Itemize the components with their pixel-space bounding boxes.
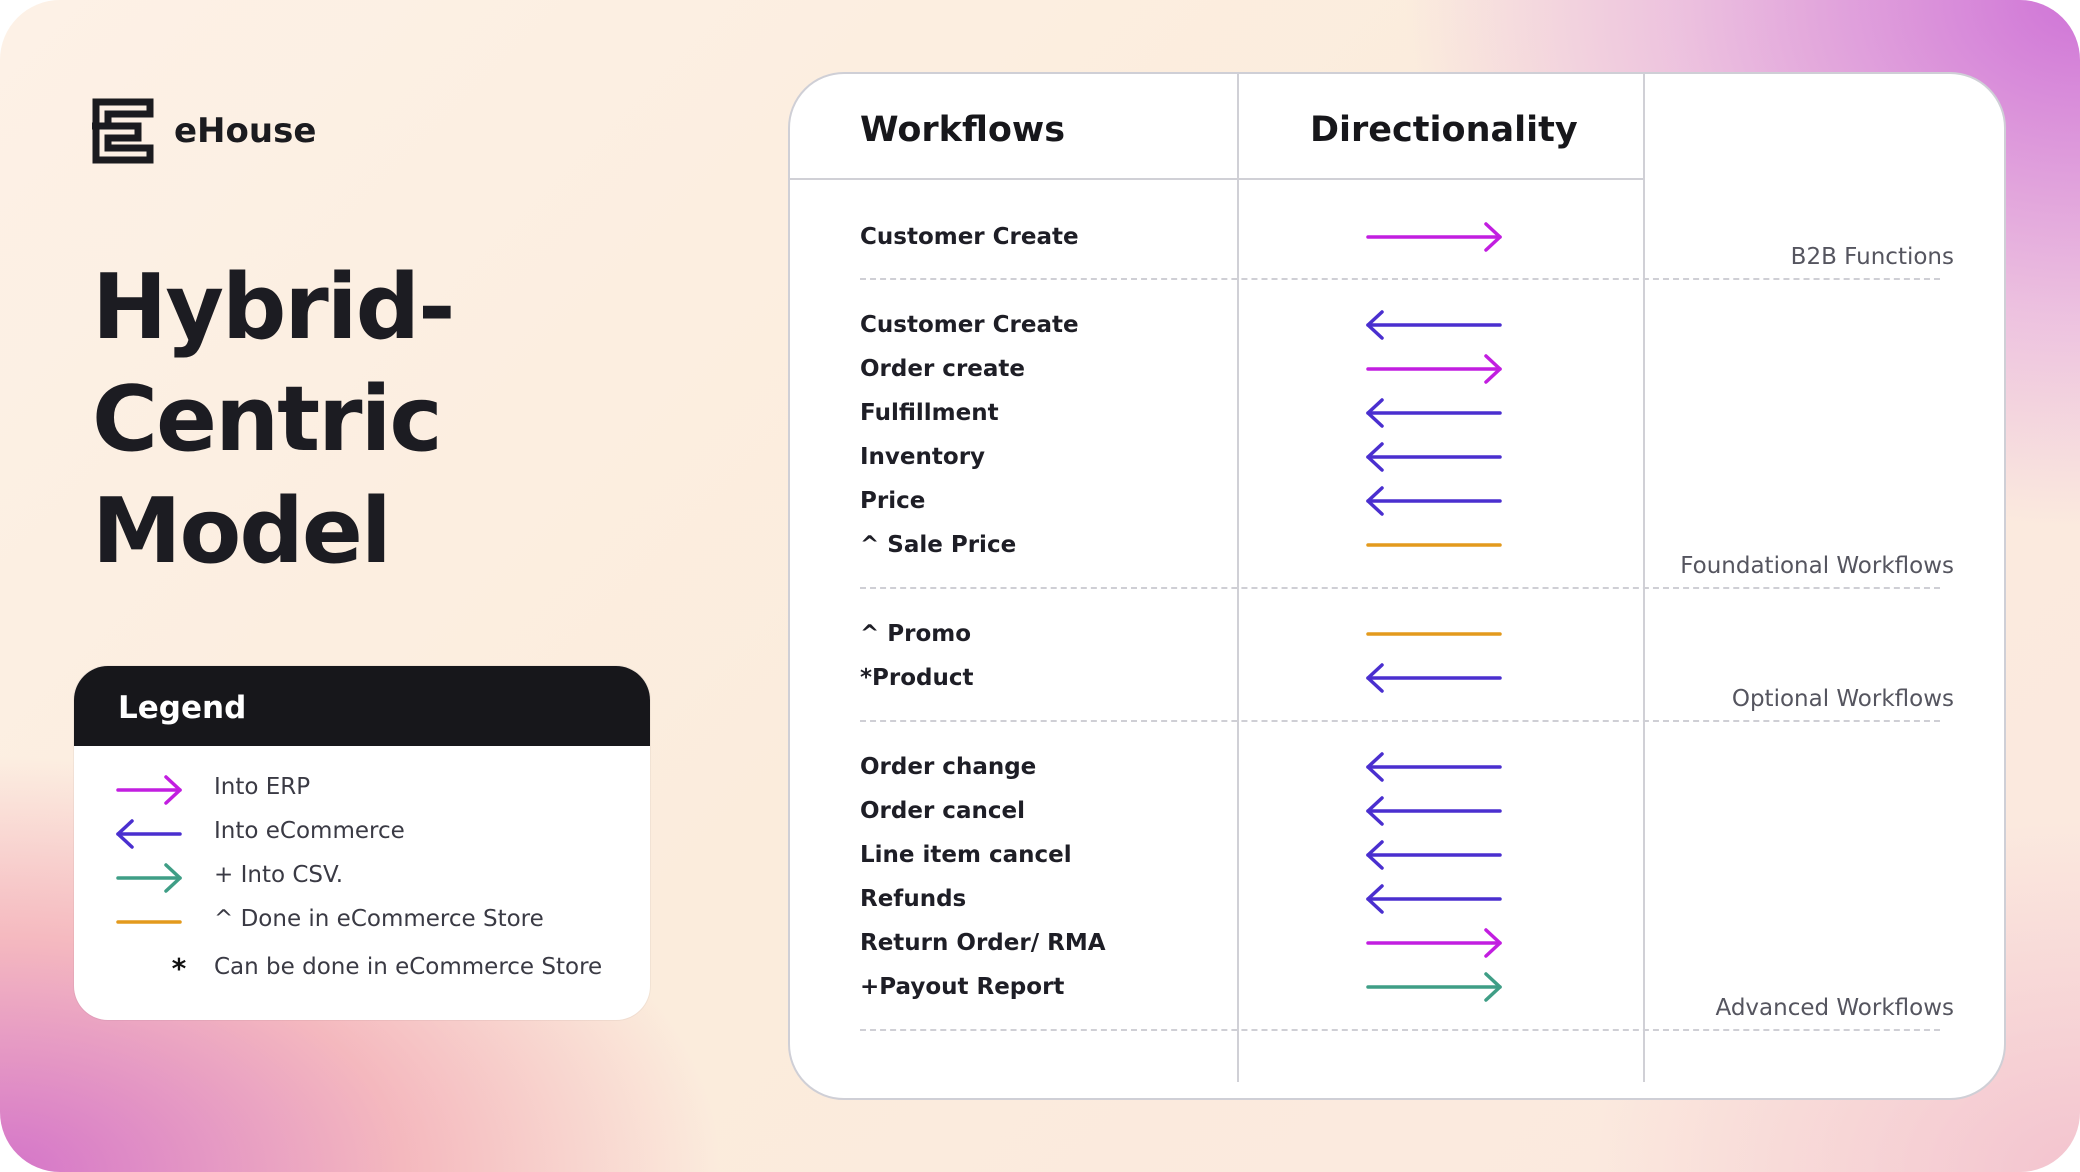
arrow-left-icon <box>1364 750 1504 784</box>
arrow-left-icon <box>1364 882 1504 916</box>
header-workflows: Workflows <box>860 110 1066 150</box>
workflow-table: Workflows Directionality Customer Create… <box>788 72 2006 1100</box>
column-divider-1 <box>1237 74 1239 1082</box>
group-separator <box>860 587 1940 589</box>
workflow-name: Refunds <box>860 886 967 912</box>
brand-name: eHouse <box>174 111 317 151</box>
workflow-name: +Payout Report <box>860 974 1065 1000</box>
group-label: B2B Functions <box>1790 244 1954 270</box>
workflow-name: Line item cancel <box>860 842 1072 868</box>
group-separator <box>860 1029 1940 1031</box>
workflow-name: Return Order/ RMA <box>860 930 1106 956</box>
legend-item-label: Can be done in eCommerce Store <box>214 954 603 980</box>
title-line-3: Model <box>92 479 392 584</box>
arrow-left-icon <box>1364 308 1504 342</box>
arrow-left-icon <box>1364 440 1504 474</box>
workflow-name: Order cancel <box>860 798 1025 824</box>
legend-item-label: Into ERP <box>214 774 311 800</box>
arrow-right-icon <box>1364 970 1504 1004</box>
arrow-right-icon <box>1364 926 1504 960</box>
header-divider <box>790 178 1644 180</box>
legend-item: * Can be done in eCommerce Store <box>74 950 650 990</box>
legend-item: ^ Done in eCommerce Store <box>74 902 650 942</box>
legend-title: Legend <box>74 666 650 746</box>
workflow-name: Price <box>860 488 926 514</box>
header-directionality: Directionality <box>1310 110 1578 150</box>
line-icon <box>1364 617 1504 651</box>
legend-item: Into ERP <box>74 770 650 810</box>
ehouse-logo-icon <box>92 98 154 164</box>
arrow-left-icon <box>1364 396 1504 430</box>
legend-item-label: ^ Done in eCommerce Store <box>214 906 544 932</box>
group-label: Advanced Workflows <box>1715 995 1954 1021</box>
brand: eHouse <box>92 98 316 164</box>
group-separator <box>860 278 1940 280</box>
title-line-2: Centric <box>92 367 443 472</box>
line-icon <box>1364 528 1504 562</box>
arrow-left-icon <box>1364 794 1504 828</box>
group-label: Optional Workflows <box>1731 686 1954 712</box>
legend-item-label: Into eCommerce <box>214 818 405 844</box>
arrow-right-icon <box>114 858 224 898</box>
workflow-name: Inventory <box>860 444 986 470</box>
arrow-left-icon <box>1364 484 1504 518</box>
workflow-name: Order change <box>860 754 1037 780</box>
group-separator <box>860 720 1940 722</box>
legend-item-label: + Into CSV. <box>214 862 344 888</box>
arrow-left-icon <box>1364 838 1504 872</box>
legend-card: Legend Into ERP Into eCommerce + Into CSV.… <box>74 666 650 1020</box>
workflow-name: Order create <box>860 356 1025 382</box>
title-line-1: Hybrid- <box>92 255 455 360</box>
asterisk-icon: * <box>171 952 187 985</box>
arrow-right-icon <box>114 770 224 810</box>
line-icon <box>114 902 224 942</box>
arrow-left-icon <box>114 814 224 854</box>
workflow-name: Customer Create <box>860 312 1079 338</box>
workflow-name: Customer Create <box>860 224 1079 250</box>
workflow-name: Fulfillment <box>860 400 999 426</box>
column-divider-2 <box>1643 74 1645 1082</box>
workflow-name: ^ Sale Price <box>860 532 1017 558</box>
page-title: Hybrid- Centric Model <box>92 252 652 588</box>
legend-item: Into eCommerce <box>74 814 650 854</box>
workflow-name: *Product <box>860 665 974 691</box>
group-label: Foundational Workflows <box>1680 553 1954 579</box>
legend-item: + Into CSV. <box>74 858 650 898</box>
arrow-right-icon <box>1364 352 1504 386</box>
arrow-left-icon <box>1364 661 1504 695</box>
workflow-name: ^ Promo <box>860 621 972 647</box>
arrow-right-icon <box>1364 220 1504 254</box>
